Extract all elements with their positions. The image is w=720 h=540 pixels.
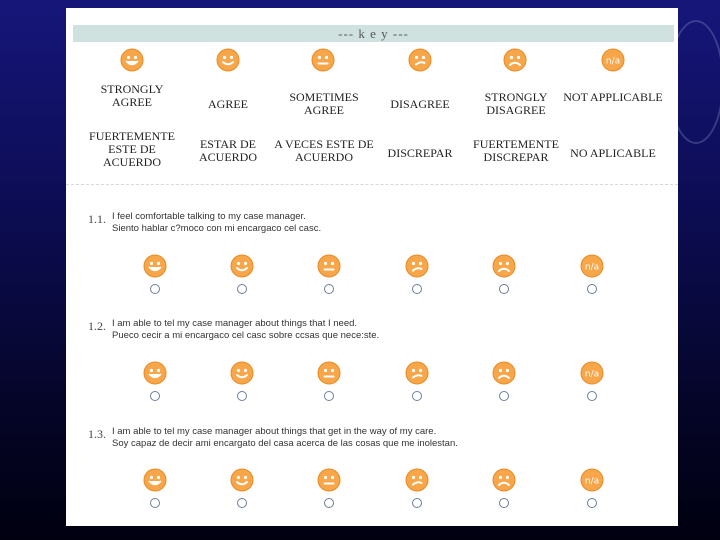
question-number: 1.3.: [88, 427, 106, 441]
answer-option: [402, 468, 432, 508]
question-number: 1.1.: [88, 212, 106, 226]
strongly-disagree-face-icon: [492, 254, 516, 278]
answer-option: n/a: [577, 468, 607, 508]
key-label-es: A VECES ESTE DE ACUERDO: [274, 137, 374, 164]
answer-radio[interactable]: [587, 498, 597, 508]
sometimes-agree-face-icon: [317, 468, 341, 492]
answer-option: [314, 254, 344, 294]
answer-radio[interactable]: [412, 284, 422, 294]
question-text-es: Siento hablar c?moco con mi encargaco ce…: [112, 223, 322, 234]
strongly-disagree-face-icon: [492, 361, 516, 385]
disagree-face-icon: [405, 254, 429, 278]
answer-option: [227, 254, 257, 294]
key-label-es: FUERTEMENTE ESTE DE ACUERDO: [89, 129, 175, 169]
key-column-strongly-disagree: [470, 48, 560, 72]
answer-radio[interactable]: [324, 391, 334, 401]
svg-text:n/a: n/a: [585, 477, 599, 487]
sometimes-agree-face-icon: [311, 48, 335, 72]
strongly-agree-face-icon: [120, 48, 144, 72]
key-column-disagree: [375, 48, 465, 72]
answer-option: [140, 361, 170, 401]
question-text: I feel comfortable talking to my case ma…: [112, 211, 321, 235]
question-text-en: I feel comfortable talking to my case ma…: [112, 211, 306, 222]
key-label-en: DISAGREE: [390, 97, 450, 111]
answer-radio[interactable]: [324, 498, 334, 508]
answer-radio[interactable]: [237, 284, 247, 294]
answer-option: [227, 468, 257, 508]
key-label-en: SOMETIMES AGREE: [289, 90, 359, 117]
not-applicable-icon: n/a: [580, 361, 604, 385]
answer-radio[interactable]: [237, 391, 247, 401]
answer-option: [489, 361, 519, 401]
agree-face-icon: [230, 254, 254, 278]
answer-radio[interactable]: [412, 391, 422, 401]
strongly-agree-face-icon: [143, 254, 167, 278]
key-label-en: NOT APPLICABLE: [563, 90, 663, 104]
answer-radio[interactable]: [324, 284, 334, 294]
answer-radio[interactable]: [150, 391, 160, 401]
sometimes-agree-face-icon: [317, 361, 341, 385]
agree-face-icon: [216, 48, 240, 72]
not-applicable-icon: n/a: [601, 48, 625, 72]
answer-radio[interactable]: [499, 284, 509, 294]
answer-radio[interactable]: [412, 498, 422, 508]
answer-option: n/a: [577, 254, 607, 294]
agree-face-icon: [230, 361, 254, 385]
svg-text:n/a: n/a: [585, 370, 599, 380]
key-label-en: STRONGLY AGREE: [100, 82, 164, 109]
question-number: 1.2.: [88, 319, 106, 333]
svg-text:n/a: n/a: [585, 263, 599, 273]
question-text-es: Soy capaz de decir ami encargato del cas…: [112, 438, 458, 449]
answer-option: [402, 361, 432, 401]
section-divider: [66, 184, 678, 185]
disagree-face-icon: [408, 48, 432, 72]
key-column-strongly-agree: [87, 48, 177, 72]
question-text-en: I am able to tel my case manager about t…: [112, 318, 358, 329]
question-text: I am able to tel my case manager about t…: [112, 426, 458, 450]
answer-radio[interactable]: [587, 284, 597, 294]
answer-option: [227, 361, 257, 401]
key-label-es: ESTAR DE ACUERDO: [198, 137, 257, 164]
key-label-es: FUERTEMENTE DISCREPAR: [473, 137, 559, 164]
key-label-en: AGREE: [208, 97, 248, 111]
strongly-disagree-face-icon: [503, 48, 527, 72]
answer-option: [314, 468, 344, 508]
answer-radio[interactable]: [150, 498, 160, 508]
not-applicable-icon: n/a: [580, 468, 604, 492]
question-text: I am able to tel my case manager about t…: [112, 318, 379, 342]
answer-option: [489, 254, 519, 294]
answer-option: [489, 468, 519, 508]
answer-radio[interactable]: [499, 498, 509, 508]
survey-page: --- k e y --- n/a STRONGLY AGREE AGREE S…: [66, 8, 678, 526]
strongly-disagree-face-icon: [492, 468, 516, 492]
not-applicable-icon: n/a: [580, 254, 604, 278]
answer-radio[interactable]: [587, 391, 597, 401]
key-header: --- k e y ---: [73, 25, 674, 42]
key-label-en: STRONGLY DISAGREE: [484, 90, 548, 117]
key-label-es: NO APLICABLE: [570, 146, 656, 160]
svg-text:n/a: n/a: [606, 57, 620, 67]
answer-option: [140, 468, 170, 508]
key-column-not-applicable: n/a: [568, 48, 658, 72]
agree-face-icon: [230, 468, 254, 492]
answer-option: [314, 361, 344, 401]
answer-option: [402, 254, 432, 294]
key-column-sometimes-agree: [278, 48, 368, 72]
answer-option: [140, 254, 170, 294]
answer-radio[interactable]: [237, 498, 247, 508]
strongly-agree-face-icon: [143, 361, 167, 385]
answer-radio[interactable]: [150, 284, 160, 294]
answer-radio[interactable]: [499, 391, 509, 401]
answer-option: n/a: [577, 361, 607, 401]
disagree-face-icon: [405, 468, 429, 492]
sometimes-agree-face-icon: [317, 254, 341, 278]
key-label-es: DISCREPAR: [387, 146, 453, 160]
question-text-es: Pueco cecir a mi encargaco cel casc sobr…: [112, 330, 380, 341]
strongly-agree-face-icon: [143, 468, 167, 492]
question-text-en: I am able to tel my case manager about t…: [112, 426, 437, 437]
disagree-face-icon: [405, 361, 429, 385]
key-column-agree: [183, 48, 273, 72]
